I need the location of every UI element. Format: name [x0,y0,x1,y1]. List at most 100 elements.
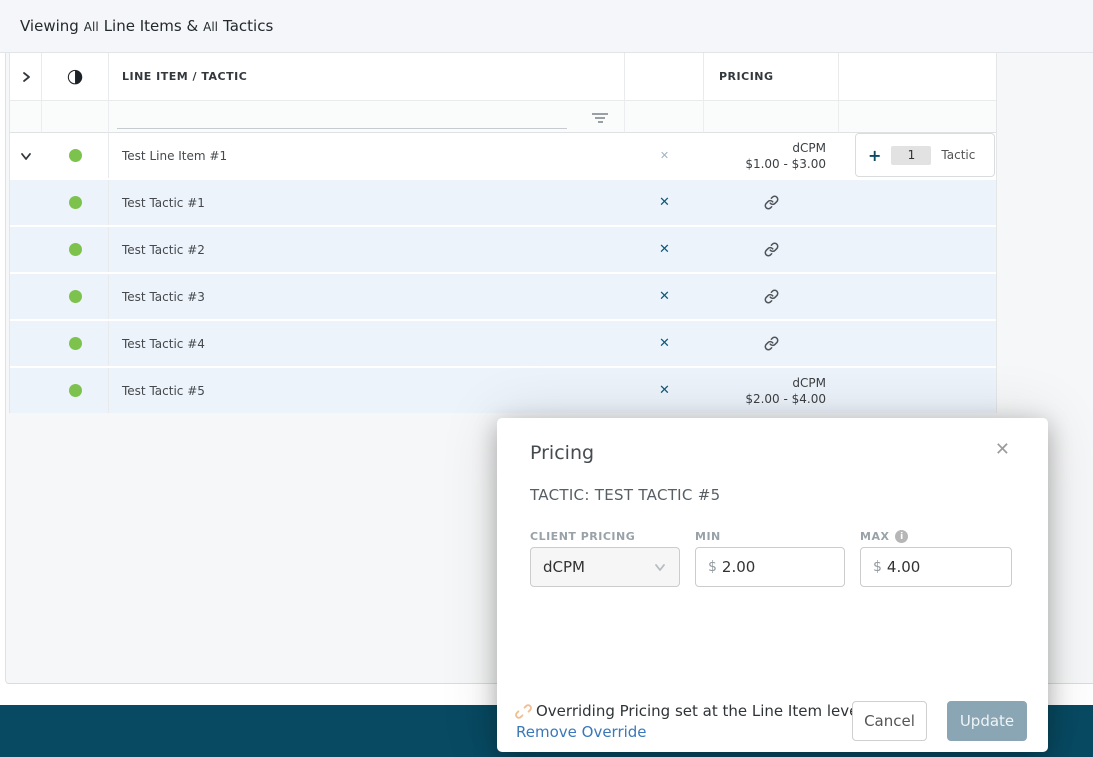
viewing-suffix-label: Tactics [223,17,273,35]
remove-tactic-icon[interactable]: ✕ [659,195,670,210]
pricing-type: dCPM [704,140,826,156]
tactic-status-cell [42,227,109,272]
max-input-field[interactable] [887,558,987,576]
pricing-range: $1.00 - $3.00 [704,156,826,172]
tactic-name: Test Tactic #3 [109,274,625,319]
linked-pricing-icon[interactable] [764,242,779,257]
viewing-banner: Viewing All Line Items & All Tactics [0,0,1093,53]
min-input[interactable]: $ [695,547,845,587]
tactic-status-cell [42,274,109,319]
tactic-rows-container: Test Tactic #1 ✕ Test Tactic #2 ✕ [10,180,996,413]
status-dot-icon [69,384,82,397]
line-item-row: Test Line Item #1 ✕ dCPM $1.00 - $3.00 +… [10,133,996,178]
line-item-pricing-summary[interactable]: dCPM $1.00 - $3.00 [704,140,839,172]
filter-spacer-3 [625,101,704,133]
tactic-actions-cell [839,274,996,319]
cancel-button[interactable]: Cancel [852,701,927,741]
status-dot-icon [69,149,82,162]
max-label-text: MAX [860,530,889,543]
max-input[interactable]: $ [860,547,1012,587]
remove-override-link[interactable]: Remove Override [516,723,647,741]
tactic-name: Test Tactic #2 [109,227,625,272]
status-dot-icon [69,243,82,256]
remove-tactic-icon[interactable]: ✕ [659,383,670,398]
tactic-spacer [10,227,42,272]
line-items-table: ◑ LINE ITEM / TACTIC PRICING [9,53,997,413]
linked-pricing-icon[interactable] [764,289,779,304]
info-icon[interactable]: i [895,530,908,543]
tactic-row: Test Tactic #5 ✕ dCPM $2.00 - $4.00 [10,368,996,413]
remove-tactic-icon[interactable]: ✕ [659,336,670,351]
remove-tactic-icon[interactable]: ✕ [659,242,670,257]
max-currency-prefix: $ [873,559,882,575]
tactic-status-cell [42,321,109,366]
filter-icon[interactable] [592,113,608,125]
min-label: MIN [695,530,721,543]
filter-spacer-1 [10,101,42,133]
name-filter-input[interactable] [117,109,567,129]
add-tactic-button[interactable]: + 1 Tactic [855,133,995,177]
tactic-status-cell [42,180,109,225]
column-header-pricing: PRICING [704,53,839,101]
min-currency-prefix: $ [708,559,717,575]
line-item-name: Test Line Item #1 [109,133,625,178]
column-header-line-item-tactic: LINE ITEM / TACTIC [109,53,625,101]
modal-title: Pricing [530,442,594,464]
modal-subtitle: TACTIC: TEST TACTIC #5 [530,486,720,504]
filter-cell [109,101,625,133]
tactic-row: Test Tactic #1 ✕ [10,180,996,225]
linked-pricing-icon[interactable] [764,336,779,351]
line-items-filter-all[interactable]: All [84,20,99,34]
client-pricing-value: dCPM [543,558,653,576]
chevron-right-icon [20,71,32,83]
tactic-name: Test Tactic #1 [109,180,625,225]
filter-spacer-5 [839,101,996,133]
tactic-row: Test Tactic #2 ✕ [10,227,996,272]
tactic-actions-cell [839,368,996,413]
pricing-range: $2.00 - $4.00 [704,391,826,407]
collapse-toggle[interactable] [10,133,42,178]
viewing-middle-label: Line Items & [104,17,198,35]
viewing-label: Viewing [20,17,79,35]
table-header-row: ◑ LINE ITEM / TACTIC PRICING [10,53,996,101]
status-dot-icon [69,337,82,350]
chevron-down-icon [653,560,667,574]
plus-icon: + [868,146,881,165]
tactic-status-cell [42,368,109,413]
override-note-text: Overriding Pricing set at the Line Item … [536,702,863,720]
status-dot-icon [69,196,82,209]
broken-link-icon [515,703,532,720]
max-label: MAX i [860,530,908,543]
client-pricing-label: CLIENT PRICING [530,530,635,543]
status-column-header[interactable]: ◑ [42,53,109,101]
remove-line-item-icon[interactable]: ✕ [660,149,669,162]
override-note: Overriding Pricing set at the Line Item … [515,702,863,720]
remove-tactic-icon[interactable]: ✕ [659,289,670,304]
tactic-spacer [10,321,42,366]
min-input-field[interactable] [722,558,822,576]
pricing-type: dCPM [704,375,826,391]
line-item-status-cell [42,133,109,178]
tactic-label: Tactic [941,148,975,162]
contrast-circle-icon: ◑ [67,67,84,86]
tactic-actions-cell [839,227,996,272]
expand-all-column-header[interactable] [10,53,42,101]
update-button[interactable]: Update [947,701,1027,741]
tactic-actions-cell [839,321,996,366]
column-header-actions [839,53,996,101]
chevron-down-icon [20,150,32,162]
filter-spacer-2 [42,101,109,133]
pricing-modal: Pricing ✕ TACTIC: TEST TACTIC #5 CLIENT … [497,418,1048,752]
column-header-remove [625,53,704,101]
tactic-pricing-summary[interactable]: dCPM $2.00 - $4.00 [704,375,839,407]
tactics-filter-all[interactable]: All [203,20,218,34]
status-dot-icon [69,290,82,303]
close-icon[interactable]: ✕ [995,439,1010,460]
filter-row [10,101,996,133]
tactic-row: Test Tactic #4 ✕ [10,321,996,366]
tactic-actions-cell [839,180,996,225]
tactic-spacer [10,180,42,225]
linked-pricing-icon[interactable] [764,195,779,210]
client-pricing-select[interactable]: dCPM [530,547,680,587]
tactic-name: Test Tactic #5 [109,368,625,413]
